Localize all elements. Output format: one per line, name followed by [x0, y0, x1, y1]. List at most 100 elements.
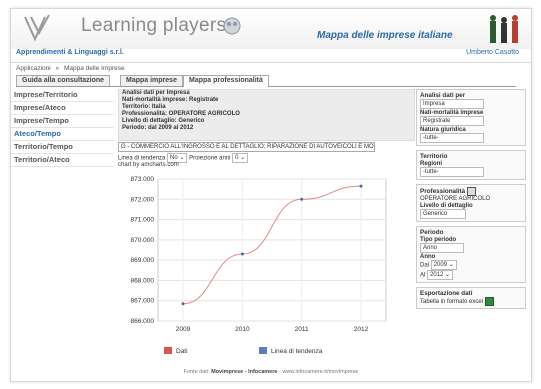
x-tick-label: 2011 — [295, 326, 309, 333]
y-tick-label: 868.000 — [131, 277, 155, 284]
data-point[interactable] — [359, 184, 363, 188]
summary-nati: Nati-mortalità imprese: Registrate — [122, 97, 219, 103]
legend-label[interactable]: Dati — [176, 348, 188, 355]
analisi-value: Impresa — [423, 101, 445, 107]
legend-swatch[interactable] — [259, 347, 267, 354]
tipo-value: Anno — [423, 245, 438, 251]
legend-label[interactable]: Linea di tendenza — [271, 348, 323, 355]
dal-value: 2009 — [433, 262, 448, 268]
summary-professionalita: Professionalità: OPERATORE AGRICOLO — [122, 111, 240, 117]
projection-label: Proiezione anni — [189, 155, 231, 162]
breadcrumb-item-mappa: Mappa delle Imprese — [63, 65, 125, 72]
players-icon — [223, 17, 241, 35]
plot-area — [157, 178, 387, 322]
nav-imprese-tempo[interactable]: Imprese/Tempo — [11, 115, 114, 128]
trend-value: No — [170, 155, 178, 161]
export-box: Esportazione dati Tabella in formato exc… — [416, 287, 526, 309]
footer-url[interactable]: www.infocamere.it/movimprese — [282, 369, 358, 375]
tipo-select[interactable]: Anno — [420, 243, 464, 253]
dal-label: Dal — [420, 262, 430, 269]
tab-guida[interactable]: Guida alla consultazione — [16, 75, 111, 86]
nati-value: Registrate — [423, 118, 451, 124]
dal-select[interactable]: 2009 ⌄ — [430, 260, 457, 270]
trend-label: Linea di tendenza — [118, 155, 166, 162]
footer: Fonte dati: Movimprese - Infocamere - ww… — [183, 369, 359, 375]
summary-territorio: Territorio: Italia — [122, 104, 166, 110]
x-tick-label: 2009 — [176, 326, 191, 333]
regioni-select[interactable]: -tutte- — [420, 167, 484, 177]
breadcrumb: Applicazioni » Mappa delle Imprese — [16, 65, 128, 72]
breadcrumb-item-applicazioni[interactable]: Applicazioni — [16, 65, 51, 72]
app-window: Learning players Mappa delle imprese ita… — [10, 8, 532, 382]
x-tick-label: 2012 — [354, 326, 369, 333]
footer-source: Movimprese - Infocamere — [211, 369, 278, 375]
tab-mappa-imprese[interactable]: Mappa imprese — [120, 75, 183, 86]
dal-row: Dal 2009 ⌄ — [420, 260, 522, 270]
data-point[interactable] — [240, 252, 244, 256]
y-tick-label: 873.000 — [131, 176, 155, 183]
nav-imprese-territorio[interactable]: Imprese/Territorio — [11, 89, 114, 102]
footer-prefix: Fonte dati: — [183, 369, 210, 375]
ateco-select[interactable]: G - COMMERCIO ALL'INGROSSO E AL DETTAGLI… — [118, 142, 375, 152]
y-tick-label: 870.000 — [131, 237, 155, 244]
line-chart: 873.000 872.000 871.000 870.000 869.000 868.0… — [131, 176, 387, 355]
summary-analisi: Analisi dati per Impresa — [122, 90, 190, 96]
natura-select[interactable]: -tutte- — [420, 133, 484, 143]
nav-ateco-tempo[interactable]: Ateco/Tempo — [11, 128, 114, 141]
company-name: Apprendimenti & Linguaggi s.r.l. — [16, 49, 124, 56]
al-label: Al — [420, 272, 426, 279]
prof-title: Professionalità — [420, 187, 522, 196]
main-content: Analisi dati per Impresa Nati-mortalità … — [118, 89, 415, 359]
summary-livello: Livello di dettaglio: Generico — [122, 118, 205, 124]
left-nav: Imprese/Territorio Imprese/Ateco Imprese… — [11, 89, 114, 167]
legend-swatch[interactable] — [164, 347, 172, 354]
data-point[interactable] — [181, 302, 185, 306]
analisi-select[interactable]: Impresa — [420, 99, 484, 109]
regioni-value: -tutte- — [423, 169, 439, 175]
prof-picker-icon[interactable] — [466, 187, 476, 196]
professionalita-box: Professionalità OPERATORE AGRICOLO Livel… — [416, 184, 526, 222]
territorio-title: Territorio — [420, 153, 448, 160]
territorio-box: Territorio Regioni -tutte- — [416, 150, 526, 180]
al-select[interactable]: 2012 ⌄ — [427, 270, 454, 280]
app-title: Learning players — [81, 15, 227, 36]
y-tick-label: 872.000 — [131, 196, 155, 203]
al-row: Al 2012 ⌄ — [420, 270, 522, 280]
al-value: 2012 — [430, 272, 444, 278]
brand-logo-icon — [24, 14, 50, 42]
selection-summary: Analisi dati per Impresa Nati-mortalità … — [118, 89, 415, 141]
tagline: Mappa delle imprese italiane — [317, 30, 453, 41]
people-logo-icon — [490, 15, 518, 43]
projection-value: 0 — [235, 155, 239, 161]
user-name[interactable]: Umberto Casotto — [466, 49, 519, 56]
nav-territorio-tempo[interactable]: Territorio/Tempo — [11, 141, 114, 154]
natura-value: -tutte- — [423, 135, 439, 141]
x-tick-label: 2010 — [235, 326, 250, 333]
y-tick-label: 867.000 — [131, 298, 155, 305]
analisi-box: Analisi dati per Impresa Nati-mortalità … — [416, 89, 526, 146]
livello-select[interactable]: Generico — [420, 209, 466, 219]
amcharts-credit[interactable]: chart by amcharts.com — [118, 162, 179, 168]
header: Learning players Mappa delle imprese ita… — [11, 9, 531, 49]
nav-imprese-ateco[interactable]: Imprese/Ateco — [11, 102, 114, 115]
y-tick-label: 871.000 — [131, 217, 155, 224]
export-row: Tabella in formato excel — [420, 297, 522, 306]
summary-periodo: Periodo: dal 2009 al 2012 — [122, 125, 194, 131]
nati-select[interactable]: Registrate — [420, 116, 484, 126]
y-tick-label: 866.000 — [131, 318, 155, 325]
prof-title-text: Professionalità — [420, 188, 466, 196]
nav-territorio-ateco[interactable]: Territorio/Ateco — [11, 154, 114, 167]
data-point[interactable] — [300, 197, 304, 201]
breadcrumb-separator: » — [55, 65, 60, 72]
periodo-box: Periodo Tipo periodo Anno Anno Dal 2009 … — [416, 226, 526, 283]
tab-bar: Guida alla consultazione Mappa imprese M… — [16, 75, 516, 87]
tab-mappa-professionalita[interactable]: Mappa professionalità — [183, 75, 269, 87]
excel-icon[interactable] — [484, 297, 494, 306]
y-tick-label: 869.000 — [131, 257, 155, 264]
analisi-title: Analisi dati per — [420, 92, 466, 99]
projection-select[interactable]: 0 ⌄ — [232, 153, 249, 163]
user-bar: Apprendimenti & Linguaggi s.r.l. Umberto… — [11, 49, 531, 63]
livello-value: Generico — [423, 211, 448, 217]
export-label: Tabella in formato excel — [420, 299, 484, 306]
filter-panel: Analisi dati per Impresa Nati-mortalità … — [416, 89, 526, 313]
